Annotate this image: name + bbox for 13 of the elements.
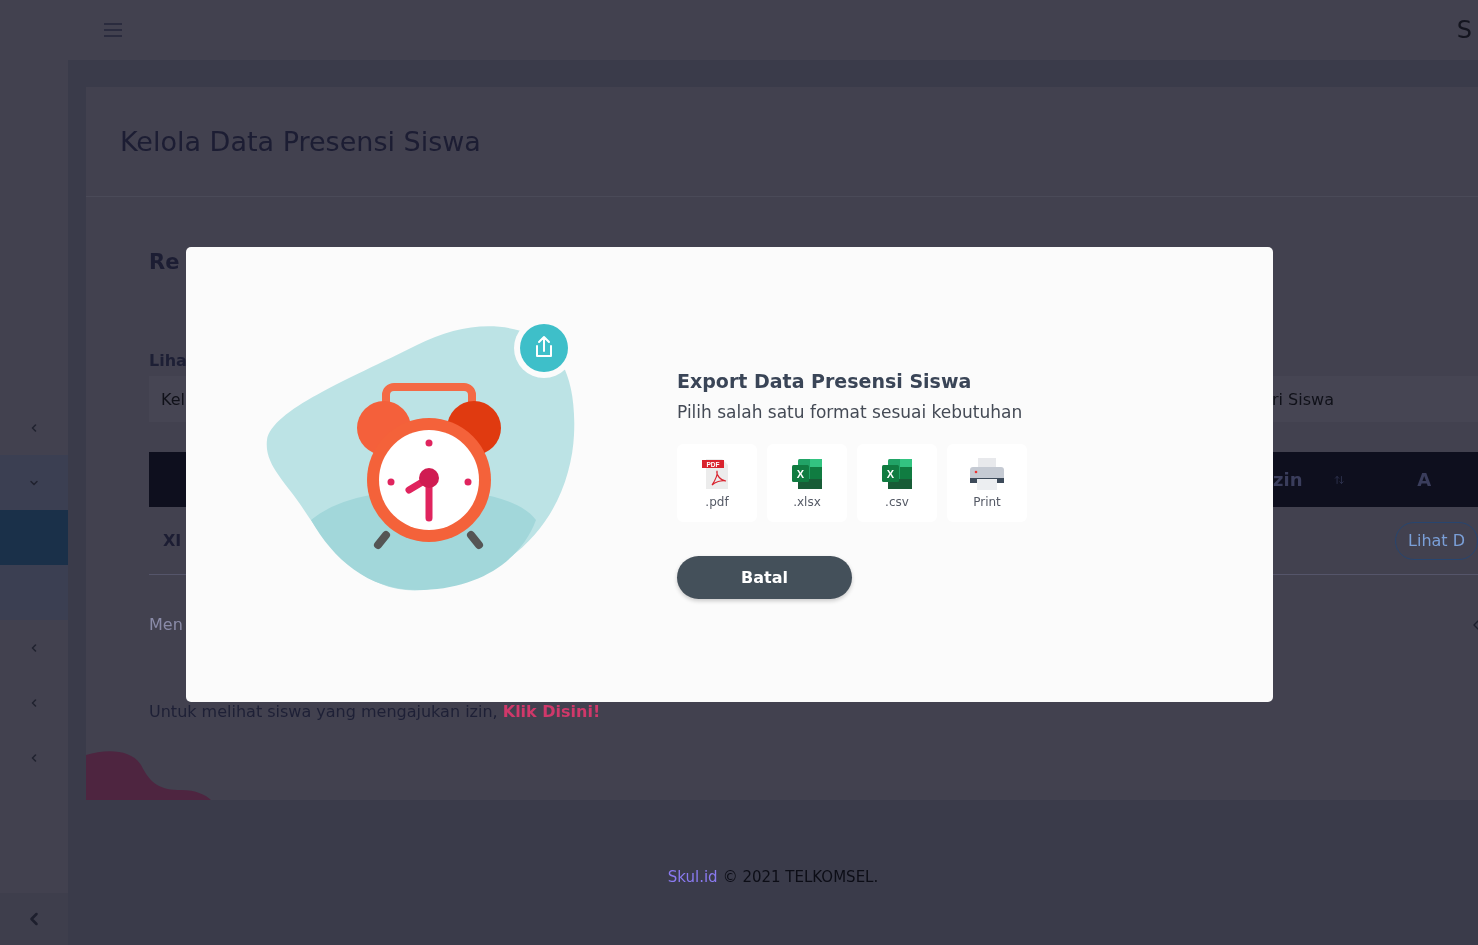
pagination-info: Men [149,615,183,634]
sidebar-item[interactable] [0,455,68,510]
dialog-subtitle: Pilih salah satu format sesuai kebutuhan [677,402,1024,422]
export-format-button[interactable]: X .xlsx [767,444,847,522]
export-format-button[interactable]: X .csv [857,444,937,522]
cancel-button[interactable]: Batal [677,556,852,599]
collapse-sidebar-button[interactable] [0,893,68,945]
menu-icon[interactable] [104,23,122,37]
dialog-title: Export Data Presensi Siswa [677,370,973,392]
sidebar-subitem[interactable] [0,510,68,565]
printer-icon [968,457,1006,491]
sidebar-subitem[interactable] [0,565,68,620]
export-format-button[interactable]: Print [947,444,1027,522]
